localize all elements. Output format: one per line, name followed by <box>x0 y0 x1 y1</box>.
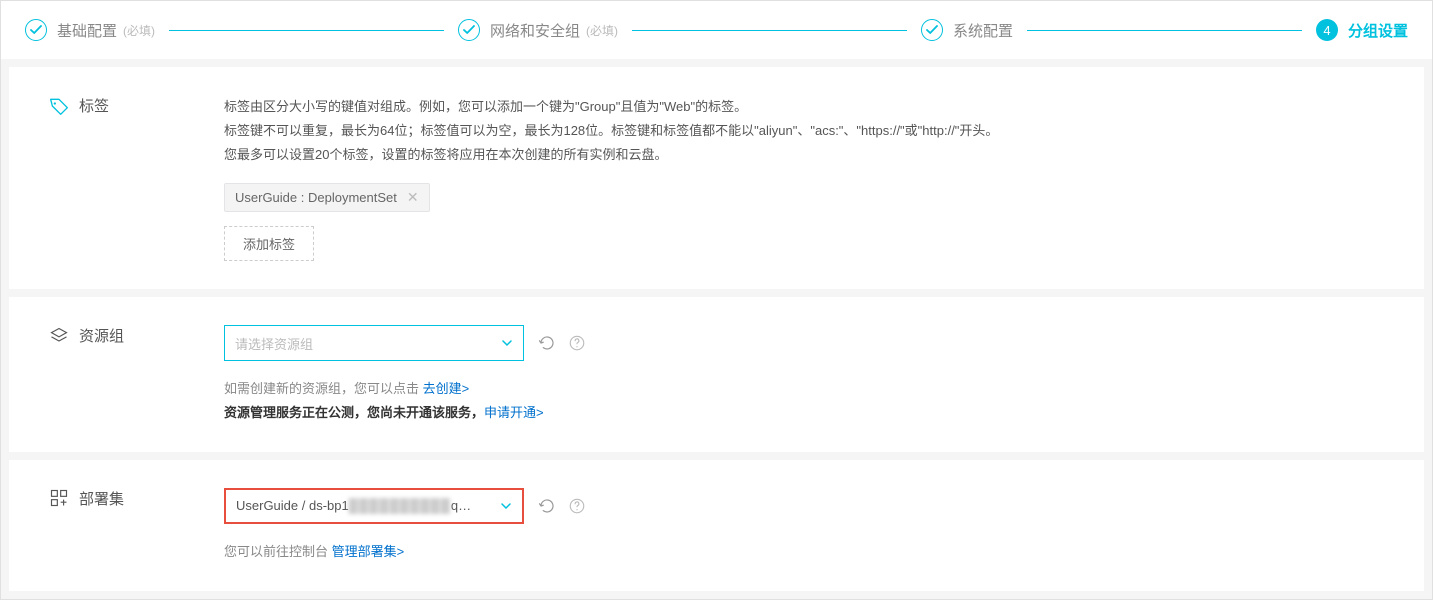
step-network-security[interactable]: 网络和安全组 (必填) <box>458 19 618 41</box>
resource-group-hint: 如需创建新的资源组，您可以点击 去创建> 资源管理服务正在公测，您尚未开通该服务… <box>224 377 1384 424</box>
wizard-stepper: 基础配置 (必填) 网络和安全组 (必填) 系统配置 4 分组设置 <box>1 1 1432 59</box>
tag-icon <box>49 96 69 116</box>
select-placeholder: 请选择资源组 <box>235 334 313 353</box>
deployment-set-hint: 您可以前往控制台 管理部署集> <box>224 540 1384 563</box>
step-system-config[interactable]: 系统配置 <box>921 19 1013 41</box>
step-connector <box>1027 30 1302 31</box>
refresh-icon[interactable] <box>538 334 556 352</box>
section-label: 资源组 <box>49 325 224 346</box>
step-label: 基础配置 <box>57 20 117 41</box>
create-resource-group-link[interactable]: 去创建> <box>423 381 470 396</box>
step-number: 4 <box>1323 23 1330 38</box>
section-title: 部署集 <box>79 488 124 509</box>
help-icon[interactable] <box>568 497 586 515</box>
step-label: 分组设置 <box>1348 20 1408 41</box>
tag-chip: UserGuide : DeploymentSet ✕ <box>224 183 430 212</box>
close-icon[interactable]: ✕ <box>407 189 419 206</box>
step-label: 网络和安全组 <box>490 20 580 41</box>
check-icon <box>921 19 943 41</box>
step-connector <box>169 30 444 31</box>
section-label: 标签 <box>49 95 224 116</box>
check-icon <box>458 19 480 41</box>
apply-activation-link[interactable]: 申请开通> <box>484 405 544 420</box>
refresh-icon[interactable] <box>538 497 556 515</box>
section-label: 部署集 <box>49 488 224 509</box>
step-group-settings[interactable]: 4 分组设置 <box>1316 19 1408 41</box>
section-title: 资源组 <box>79 325 124 346</box>
step-sublabel: (必填) <box>586 22 618 39</box>
chevron-down-icon <box>501 337 513 349</box>
step-basic-config[interactable]: 基础配置 (必填) <box>25 19 155 41</box>
chevron-down-icon <box>500 500 512 512</box>
add-tag-button[interactable]: 添加标签 <box>224 226 314 261</box>
section-title: 标签 <box>79 95 109 116</box>
page-container: 基础配置 (必填) 网络和安全组 (必填) 系统配置 4 分组设置 <box>0 0 1433 600</box>
deployment-set-content: UserGuide / ds-bp1██████████q… <box>224 488 1384 563</box>
layers-icon <box>49 326 69 346</box>
deployment-set-section: 部署集 UserGuide / ds-bp1██████████q… <box>9 460 1424 591</box>
select-value: UserGuide / ds-bp1██████████q… <box>236 498 471 513</box>
deployment-icon <box>49 488 69 508</box>
step-connector <box>632 30 907 31</box>
help-icon[interactable] <box>568 334 586 352</box>
tag-chip-text: UserGuide : DeploymentSet <box>235 190 397 205</box>
step-number-icon: 4 <box>1316 19 1338 41</box>
step-sublabel: (必填) <box>123 22 155 39</box>
deployment-set-select[interactable]: UserGuide / ds-bp1██████████q… <box>224 488 524 524</box>
check-icon <box>25 19 47 41</box>
tags-description: 标签由区分大小写的键值对组成。例如，您可以添加一个键为"Group"且值为"We… <box>224 95 1384 167</box>
tags-section: 标签 标签由区分大小写的键值对组成。例如，您可以添加一个键为"Group"且值为… <box>9 67 1424 289</box>
resource-group-section: 资源组 请选择资源组 <box>9 297 1424 452</box>
tags-content: 标签由区分大小写的键值对组成。例如，您可以添加一个键为"Group"且值为"We… <box>224 95 1384 261</box>
resource-group-content: 请选择资源组 如需创建新的资源组，您可以点击 去创建> 资源管理服务 <box>224 325 1384 424</box>
manage-deployment-set-link[interactable]: 管理部署集> <box>332 544 405 559</box>
step-label: 系统配置 <box>953 20 1013 41</box>
resource-group-select[interactable]: 请选择资源组 <box>224 325 524 361</box>
